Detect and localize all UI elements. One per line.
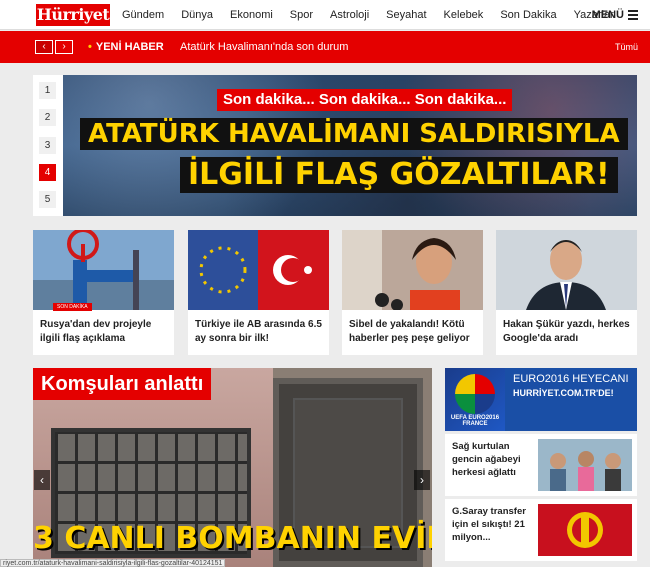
euro2016-logo: UEFA EURO2016 FRANCE bbox=[445, 368, 505, 431]
card-caption[interactable]: Sibel de yakalandı! Kötü haberler peş pe… bbox=[349, 318, 479, 346]
big-story-next-button[interactable]: › bbox=[414, 470, 430, 490]
menu-label: MENÜ bbox=[591, 9, 624, 21]
hurriyet-logo[interactable]: Hürriyet bbox=[36, 4, 110, 26]
nav-ekonomi[interactable]: Ekonomi bbox=[230, 0, 273, 30]
big-story-title: Komşuları anlattı bbox=[33, 368, 212, 400]
top-nav: Hürriyet Gündem Dünya Ekonomi Spor Astro… bbox=[0, 0, 650, 30]
nav-dunya[interactable]: Dünya bbox=[181, 0, 213, 30]
bullet-icon: • bbox=[88, 41, 92, 53]
side-story[interactable]: G.Saray transfer için el sıkıştı! 21 mil… bbox=[445, 499, 637, 561]
browser-status-url: riyet.com.tr/ataturk-havalimani-saldiris… bbox=[0, 559, 226, 567]
nav-son-dakika[interactable]: Son Dakika bbox=[500, 0, 556, 30]
news-card[interactable]: Hakan Şükür yazdı, herkes Google'da arad… bbox=[496, 230, 637, 355]
big-story-prev-button[interactable]: ‹ bbox=[34, 470, 50, 490]
hero-headline-line2: İLGİLİ FLAŞ GÖZALTILAR! bbox=[180, 157, 618, 193]
side-story-image-galatasaray bbox=[538, 504, 632, 556]
nav-spor[interactable]: Spor bbox=[290, 0, 313, 30]
slider-page-1[interactable]: 1 bbox=[39, 82, 56, 99]
ad-line1: EURO2016 HEYECANI bbox=[513, 373, 629, 385]
news-card[interactable]: Türkiye ile AB arasında 6.5 ay sonra bir… bbox=[188, 230, 329, 355]
card-image-flags bbox=[188, 230, 329, 310]
slider-page-4[interactable]: 4 bbox=[39, 164, 56, 181]
ad-line2: HURRİYET.COM.TR'DE! bbox=[513, 388, 614, 398]
son-dakika-badge: SON DAKİKA bbox=[53, 303, 92, 311]
slider-page-2[interactable]: 2 bbox=[39, 109, 56, 126]
card-image-man bbox=[496, 230, 637, 310]
hero-kicker: Son dakika... Son dakika... Son dakika..… bbox=[217, 89, 513, 111]
news-prev-button[interactable]: ‹ bbox=[35, 40, 53, 54]
menu-button[interactable]: MENÜ bbox=[592, 0, 638, 30]
yeni-haber-text: YENİ HABER bbox=[95, 41, 164, 53]
slider-page-3[interactable]: 3 bbox=[39, 137, 56, 154]
hero-slide[interactable]: Son dakika... Son dakika... Son dakika..… bbox=[63, 75, 637, 216]
main-nav: Gündem Dünya Ekonomi Spor Astroloji Seya… bbox=[122, 0, 631, 30]
nav-astroloji[interactable]: Astroloji bbox=[330, 0, 369, 30]
side-story-text[interactable]: G.Saray transfer için el sıkıştı! 21 mil… bbox=[452, 505, 537, 544]
hamburger-icon bbox=[628, 8, 638, 22]
big-story[interactable]: Komşuları anlattı 3 CANLI BOMBANIN EVİND… bbox=[33, 368, 432, 567]
breaking-news-bar: ‹ › • YENİ HABER Atatürk Havalimanı'nda s… bbox=[0, 31, 650, 63]
news-card[interactable]: Sibel de yakalandı! Kötü haberler peş pe… bbox=[342, 230, 483, 355]
side-story[interactable]: Sağ kurtulan gencin ağabeyi herkesi ağla… bbox=[445, 434, 637, 496]
card-caption[interactable]: Türkiye ile AB arasında 6.5 ay sonra bir… bbox=[195, 318, 325, 346]
nav-gundem[interactable]: Gündem bbox=[122, 0, 164, 30]
card-caption[interactable]: Rusya'dan dev projeyle ilgili flaş açıkl… bbox=[40, 318, 170, 346]
nav-seyahat[interactable]: Seyahat bbox=[386, 0, 426, 30]
slider-pager: 1 2 3 4 5 bbox=[33, 75, 63, 216]
news-card[interactable]: SON DAKİKA Rusya'dan dev projeyle ilgili… bbox=[33, 230, 174, 355]
hero-headline-line1: ATATÜRK HAVALİMANI SALDIRISIYLA bbox=[80, 118, 628, 150]
side-story-image-crowd bbox=[538, 439, 632, 491]
card-image-woman bbox=[342, 230, 483, 310]
card-caption[interactable]: Hakan Şükür yazdı, herkes Google'da arad… bbox=[503, 318, 633, 346]
nav-kelebek[interactable]: Kelebek bbox=[444, 0, 484, 30]
card-image-pipeline bbox=[33, 230, 174, 310]
big-story-caption: 3 CANLI BOMBANIN EVİNDE bbox=[33, 521, 432, 556]
side-story-text[interactable]: Sağ kurtulan gencin ağabeyi herkesi ağla… bbox=[452, 440, 537, 479]
news-next-button[interactable]: › bbox=[55, 40, 73, 54]
slider-page-5[interactable]: 5 bbox=[39, 191, 56, 208]
news-ticker-headline[interactable]: Atatürk Havalimanı'nda son durum bbox=[180, 31, 348, 63]
euro2016-banner[interactable]: UEFA EURO2016 FRANCE EURO2016 HEYECANI H… bbox=[445, 368, 637, 431]
all-news-link[interactable]: Tümü bbox=[615, 31, 638, 63]
yeni-haber-label: • YENİ HABER bbox=[88, 31, 164, 63]
